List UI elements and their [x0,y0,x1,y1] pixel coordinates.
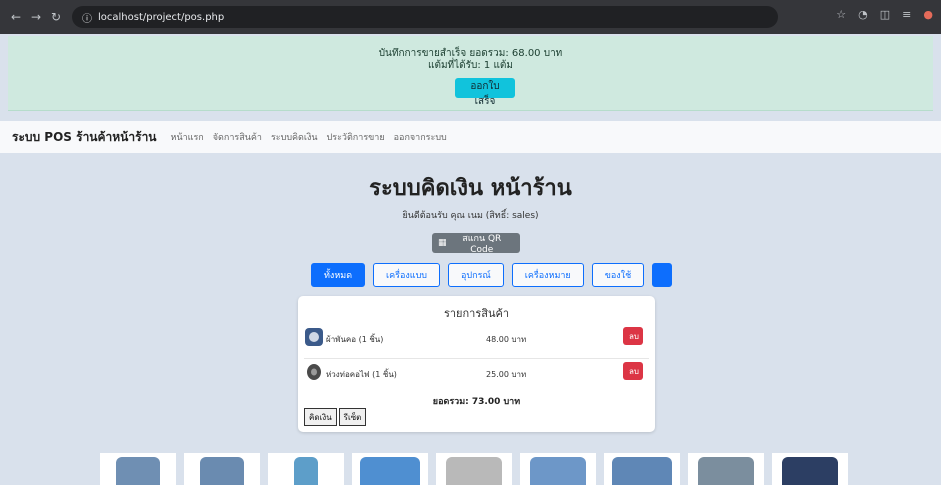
scan-qr-button[interactable]: ▦ สแกน QR Code [432,233,520,255]
cart-row: ห่วงท่อคอไฟ (1 ชิ้น) 25.00 บาท ลบ [304,358,649,385]
qr-icon: ▦ [438,238,447,248]
category-extra[interactable] [652,263,673,287]
cart-total: ยอดรวม: 73.00 บาท [432,397,521,407]
success-alert: บันทึกการขายสำเร็จ ยอดรวม: 68.00 บาท แต้… [8,36,933,111]
url-text: localhost/project/pos.php [98,11,225,23]
cart-title: รายการสินค้า [443,307,510,320]
alert-points: แต้มที่ได้รับ: 1 แต้ม [428,60,513,71]
delete-item-button[interactable]: ลบ [623,327,643,345]
welcome-text: ยินดีต้อนรับ คุณ เนม (สิทธิ์: sales) [402,211,539,221]
nav-logout[interactable]: ออกจากระบบ [394,130,447,144]
cart-panel: รายการสินค้า ผ้าพันคอ (1 ชิ้น) 48.00 บาท… [298,296,655,432]
product-card[interactable] [352,453,428,485]
nav-products[interactable]: จัดการสินค้า [213,130,262,144]
reset-button[interactable]: รีเซ็ต [338,408,367,426]
cart-item-name: ห่วงท่อคอไฟ (1 ชิ้น) [326,370,397,379]
cart-item-name: ผ้าพันคอ (1 ชิ้น) [326,335,384,344]
page-title: ระบบคิดเงิน หน้าร้าน [369,176,572,201]
product-card[interactable] [184,453,260,485]
product-card[interactable] [268,453,344,485]
category-filter: ทั้งหมด เครื่องแบบ อุปกรณ์ เครื่องหมาย ข… [311,263,673,287]
nav-home[interactable]: หน้าแรก [171,130,204,144]
scan-qr-label: สแกน QR Code [462,234,502,255]
reload-icon[interactable]: ↻ [46,10,66,24]
product-card[interactable] [100,453,176,485]
back-icon[interactable]: ← [6,10,26,24]
nav-checkout[interactable]: ระบบคิดเงิน [271,130,318,144]
category-all[interactable]: ทั้งหมด [311,263,366,287]
category-equipment[interactable]: อุปกรณ์ [448,263,504,287]
category-uniform[interactable]: เครื่องแบบ [373,263,441,287]
checkout-button[interactable]: คิดเงิน [304,408,337,426]
category-supplies[interactable]: ของใช้ [591,263,645,287]
app-navbar: ระบบ POS ร้านค้าหน้าร้าน หน้าแรก จัดการส… [0,121,941,153]
cart-row: ผ้าพันคอ (1 ชิ้น) 48.00 บาท ลบ [304,324,649,350]
product-card[interactable] [604,453,680,485]
product-card[interactable] [520,453,596,485]
product-card[interactable] [688,453,764,485]
cart-actions: คิดเงิน รีเซ็ต [304,408,367,426]
product-card[interactable] [436,453,512,485]
cart-item-price: 25.00 บาท [486,370,527,379]
delete-item-button[interactable]: ลบ [623,362,643,380]
address-bar[interactable]: ⓘ localhost/project/pos.php [72,6,778,28]
forward-icon[interactable]: → [26,10,46,24]
browser-toolbar: ← → ↻ ⓘ localhost/project/pos.php ☆ ◔ ◫ … [0,0,941,34]
menu-icon[interactable]: ≡ [902,8,911,21]
star-icon[interactable]: ☆ [836,8,846,21]
cart-item-price: 48.00 บาท [486,335,527,344]
profile-icon[interactable]: ● [923,8,933,21]
product-gallery [100,453,848,485]
extension-icon[interactable]: ◔ [858,8,868,21]
toggle-ring-thumbnail [307,364,321,380]
print-receipt-button[interactable]: ออกใบเสร็จ [455,78,515,107]
product-card[interactable] [772,453,848,485]
category-badges[interactable]: เครื่องหมาย [511,263,584,287]
scarf-thumbnail [305,328,323,346]
nav-history[interactable]: ประวัติการขาย [327,130,385,144]
brand[interactable]: ระบบ POS ร้านค้าหน้าร้าน [12,128,157,147]
site-info-icon[interactable]: ⓘ [82,10,92,25]
puzzle-icon[interactable]: ◫ [880,8,890,21]
